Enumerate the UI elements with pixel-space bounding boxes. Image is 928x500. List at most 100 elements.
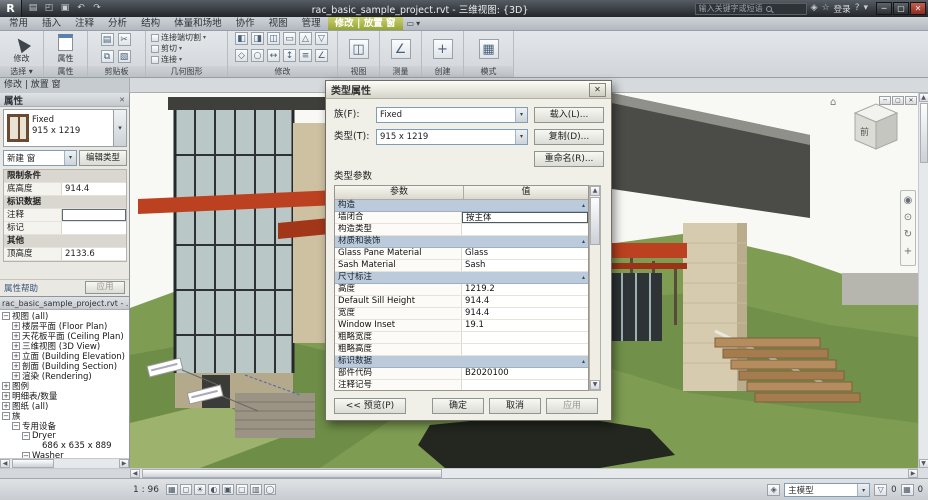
dialog-close-button[interactable]: ✕ <box>589 82 606 97</box>
panel-label-modify[interactable]: 修改 <box>228 66 337 77</box>
scrollbar-thumb[interactable] <box>142 469 442 478</box>
steering-wheel-icon[interactable]: ◉ <box>904 193 913 208</box>
modify-tool-icon[interactable]: ↔ <box>267 49 280 62</box>
tree-item[interactable]: − 专用设备 <box>0 421 129 432</box>
dialog-title-bar[interactable]: 类型属性 ✕ <box>326 81 611 99</box>
tree-expander-icon[interactable] <box>32 442 40 450</box>
modify-tool-icon[interactable]: ◫ <box>267 32 280 45</box>
duplicate-button[interactable]: 复制(D)... <box>534 129 604 145</box>
temporary-hide-icon[interactable]: ▥ <box>249 484 262 495</box>
sun-path-icon[interactable]: ☀ <box>193 484 206 495</box>
navigation-bar[interactable]: ◉ ⊙ ↻ + <box>900 190 916 266</box>
panel-label-clipboard[interactable]: 剪贴板 <box>88 66 145 77</box>
property-row[interactable]: 顶高度 2133.6 <box>4 248 126 261</box>
tree-expander-icon[interactable]: + <box>12 372 20 380</box>
tree-expander-icon[interactable]: − <box>2 312 10 320</box>
properties-help-link[interactable]: 属性帮助 <box>4 282 38 294</box>
tree-expander-icon[interactable]: + <box>2 382 10 390</box>
scroll-down-icon[interactable]: ▼ <box>590 380 600 390</box>
parameter-row[interactable]: 材质和装饰 ▴ <box>335 236 588 248</box>
parameter-row[interactable]: Default Sill Height 914.4 ▴ <box>335 296 588 308</box>
show-crop-region-icon[interactable]: ▢ <box>235 484 248 495</box>
maximize-button[interactable]: ▢ <box>893 2 909 15</box>
filter-icon[interactable]: ▽ <box>874 483 888 496</box>
scroll-left-icon[interactable]: ◀ <box>0 459 10 468</box>
communication-center-icon[interactable]: ◈ <box>811 2 818 15</box>
measure-tool-icon[interactable]: ∠ <box>390 38 411 59</box>
property-row[interactable]: 限制条件 <box>4 170 126 183</box>
parameter-row[interactable]: 粗略高度 ▴ <box>335 344 588 356</box>
properties-palette-header[interactable]: 属性 ✕ <box>0 93 129 107</box>
combo-caret-icon[interactable]: ▾ <box>515 108 527 122</box>
property-row[interactable]: 标记 <box>4 222 126 235</box>
modify-tool-icon[interactable]: ◧ <box>235 32 248 45</box>
modify-tool-icon[interactable]: ▽ <box>315 32 328 45</box>
scroll-left-icon[interactable]: ◀ <box>130 469 140 478</box>
copy-icon[interactable]: ⧉ <box>100 49 114 63</box>
tree-item[interactable]: − Dryer <box>0 431 129 441</box>
ribbon-tab[interactable]: 视图 <box>262 17 295 30</box>
scrollbar-thumb[interactable] <box>12 459 54 468</box>
ribbon-tab[interactable]: 插入 <box>35 17 68 30</box>
project-browser-header[interactable]: rac_basic_sample_project.rvt - ... ✕ <box>0 297 129 310</box>
parameter-row[interactable]: 粗略宽度 ▴ <box>335 332 588 344</box>
family-combo[interactable]: Fixed ▾ <box>376 107 528 123</box>
panel-label-select[interactable]: 选择 ▾ <box>0 66 43 77</box>
parameter-row[interactable]: 部件代码 B2020100 ▴ <box>335 368 588 380</box>
scrollbar-thumb[interactable] <box>919 103 928 163</box>
viewcube-home-icon[interactable]: ⌂ <box>830 97 836 108</box>
parameter-row[interactable]: 高度 1219.2 ▴ <box>335 284 588 296</box>
application-menu-button[interactable]: R <box>0 0 22 17</box>
parameter-row[interactable]: 宽度 914.4 ▴ <box>335 308 588 320</box>
dialog-apply-button[interactable]: 应用 <box>546 398 598 414</box>
tree-expander-icon[interactable]: + <box>12 332 20 340</box>
edit-type-button[interactable]: 编辑类型 <box>79 150 127 166</box>
property-row[interactable]: 标识数据 <box>4 196 126 209</box>
panel-label-create[interactable]: 创建 <box>422 66 463 77</box>
viewcube[interactable]: 前 <box>843 97 909 163</box>
scroll-right-icon[interactable]: ▶ <box>119 459 129 468</box>
zoom-icon[interactable]: ⊙ <box>904 210 912 225</box>
ribbon-toggle-caret-icon[interactable]: ▾ <box>416 19 420 28</box>
tree-expander-icon[interactable]: + <box>12 362 20 370</box>
shadows-icon[interactable]: ◐ <box>207 484 220 495</box>
ribbon-tab[interactable]: 协作 <box>229 17 262 30</box>
section-collapse-icon[interactable]: ▴ <box>582 356 585 367</box>
tree-expander-icon[interactable]: − <box>22 432 30 440</box>
view-vertical-scrollbar[interactable]: ▲ ▼ <box>918 93 928 468</box>
orbit-icon[interactable]: ↻ <box>904 227 912 242</box>
combo-caret-icon[interactable]: ▾ <box>857 483 870 496</box>
parameter-row[interactable]: 墙闭合 按主体 ▴ <box>335 212 588 224</box>
tree-expander-icon[interactable]: + <box>2 392 10 400</box>
match-type-icon[interactable]: ▧ <box>117 49 131 63</box>
tree-expander-icon[interactable]: + <box>12 352 20 360</box>
design-option-icon[interactable]: ◈ <box>767 483 781 496</box>
ribbon-tab[interactable]: 注释 <box>68 17 101 30</box>
table-scrollbar[interactable]: ▲ ▼ <box>589 185 601 391</box>
undo-icon[interactable]: ↶ <box>74 2 88 15</box>
selection-count-icon[interactable]: ▦ <box>900 483 914 496</box>
property-row[interactable]: 注释 <box>4 209 126 222</box>
favorites-icon[interactable]: ☆ <box>822 2 830 15</box>
apply-button[interactable]: 应用 <box>85 281 125 294</box>
load-button[interactable]: 载入(L)... <box>534 107 604 123</box>
scroll-up-icon[interactable]: ▲ <box>918 93 928 102</box>
tree-expander-icon[interactable]: − <box>12 422 20 430</box>
modify-tool-button[interactable]: 修改 <box>12 34 31 64</box>
parameter-row[interactable]: Sash Material Sash ▴ <box>335 260 588 272</box>
property-row[interactable]: 其他 <box>4 235 126 248</box>
create-tool-icon[interactable]: + <box>432 38 453 59</box>
modify-tool-icon[interactable]: ◨ <box>251 32 264 45</box>
section-collapse-icon[interactable]: ▴ <box>582 272 585 283</box>
help-caret-icon[interactable]: ▾ <box>863 2 868 15</box>
ok-button[interactable]: 确定 <box>432 398 484 414</box>
parameter-row[interactable]: Glass Pane Material Glass ▴ <box>335 248 588 260</box>
geometry-tool[interactable]: 连接端切割 ▾ <box>151 33 206 43</box>
close-button[interactable]: ✕ <box>910 2 926 15</box>
modify-tool-icon[interactable]: ▭ <box>283 32 296 45</box>
design-option-combo[interactable]: 主模型 ▾ <box>784 482 871 497</box>
type-selector-caret-icon[interactable]: ▾ <box>113 110 126 146</box>
help-search-box[interactable]: 输入关键字或短语 <box>694 2 807 15</box>
panel-label-mode[interactable]: 模式 <box>464 66 513 77</box>
modify-tool-icon[interactable]: ○ <box>251 49 264 62</box>
